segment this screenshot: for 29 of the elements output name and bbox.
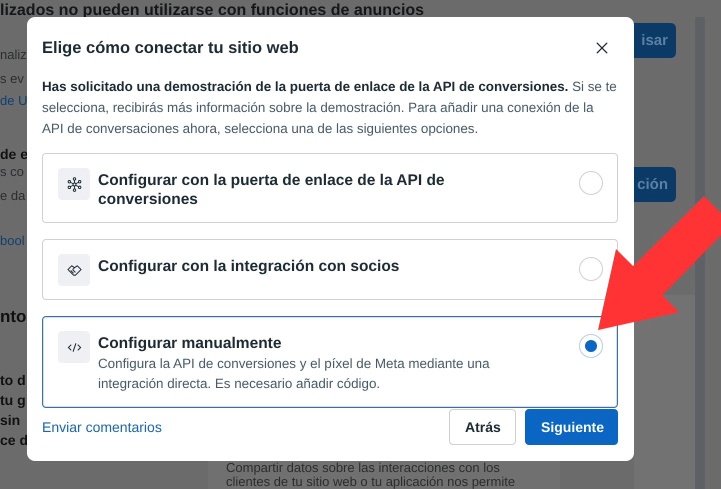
page-text: tu g (0, 392, 27, 408)
card-text: Compartir datos sobre las interacciones con los clientes de tu sitio web o tu aplicación nos permite (226, 461, 516, 489)
page-text: s co (0, 164, 25, 180)
network-icon (66, 176, 82, 192)
radio-button[interactable] (579, 171, 603, 195)
page-text: ce d (0, 432, 27, 448)
radio-button[interactable] (579, 257, 603, 281)
option-card[interactable]: Configurar con la puerta de enlace de la API de conversiones (42, 153, 618, 223)
option-title: Configurar con la puerta de enlace de la API de conversiones (98, 171, 446, 209)
radio-button[interactable] (579, 334, 603, 358)
intro-text: Has solicitado una demostración de la puerta de enlace de la API de conversiones. Si se te selecciona, recibirás más información sobre la demostración. Para añadir una conexión de la API de conversaciones ahora, selecciona una de las siguientes opciones. (42, 78, 618, 138)
option-title: Configurar con la integración con socios (98, 257, 400, 276)
page-text: de e (0, 146, 27, 162)
next-button[interactable]: Siguiente (525, 409, 618, 445)
page-text: naliz (0, 47, 27, 63)
option-description: Configura la API de conversiones y el píxel de Meta mediante una integración directa. Es necesario añadir código. (98, 355, 491, 393)
option-card[interactable]: Configurar manualmente Configura la API de conversiones y el píxel de Meta mediante una integración directa. Es necesario añadir código. (42, 316, 618, 408)
close-icon[interactable] (596, 42, 608, 54)
back-button[interactable]: Atrás (449, 409, 516, 445)
page-heading: lizados no pueden utilizarse con funciones de anuncios (0, 1, 426, 18)
option-title: Configurar manualmente (98, 334, 282, 353)
dialog-title: Elige cómo conectar tu sitio web (42, 38, 299, 58)
page-text: e da (0, 188, 26, 204)
page-text: nto (0, 309, 27, 325)
page-text: to d (0, 372, 27, 388)
feedback-link[interactable]: Enviar comentarios (42, 419, 162, 435)
handshake-icon (66, 262, 82, 278)
page-text: sin (0, 412, 22, 428)
page-text: s ev (0, 71, 25, 87)
